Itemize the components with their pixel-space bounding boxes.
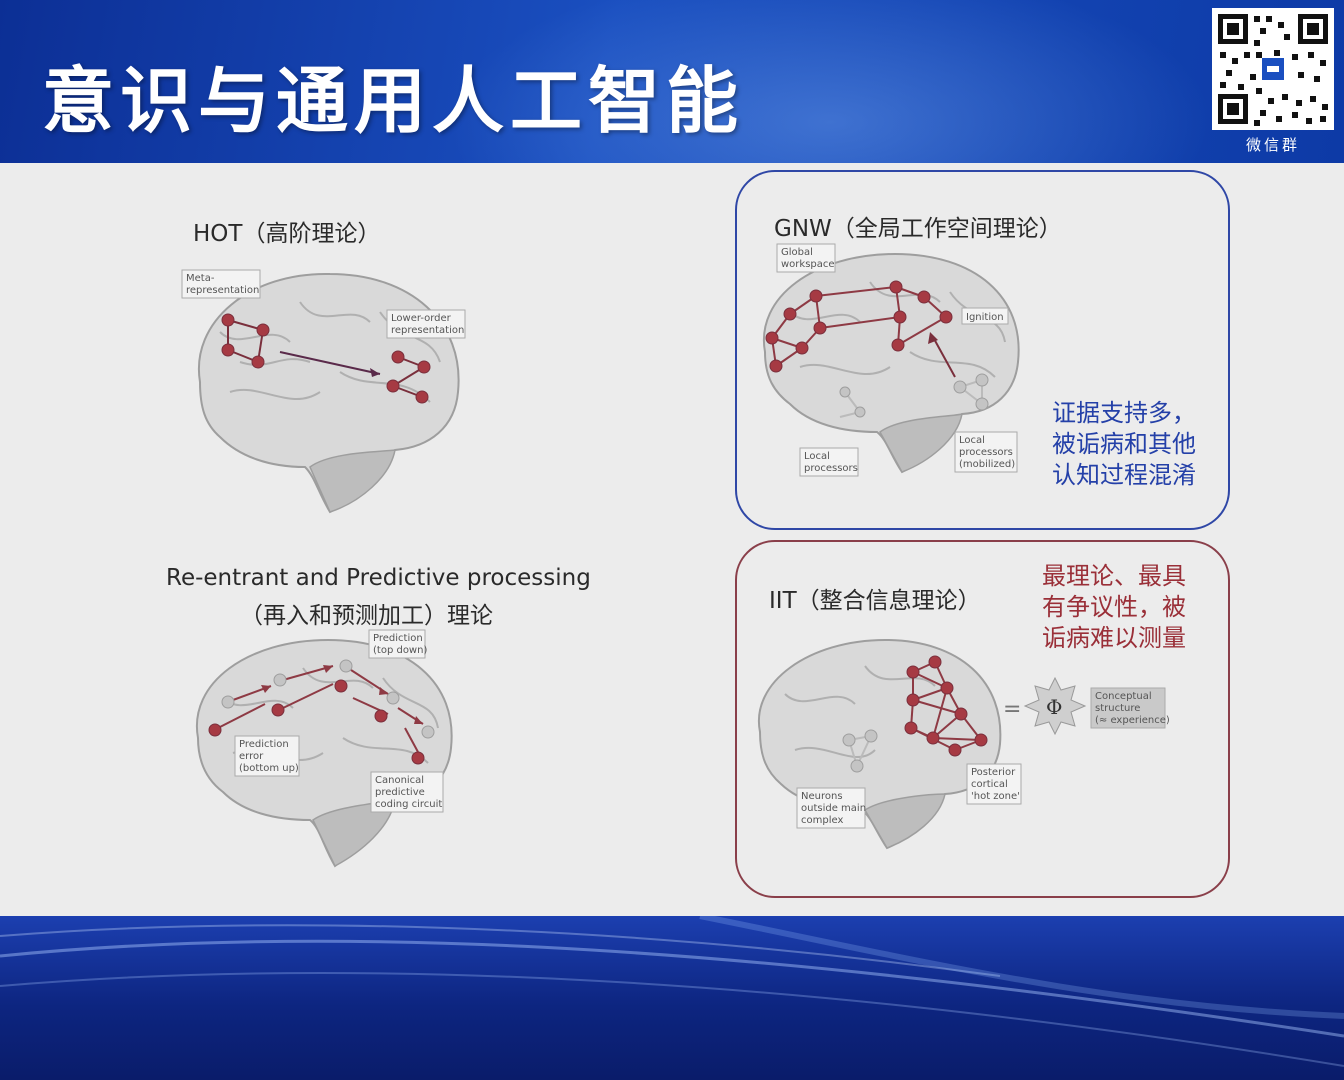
rpp-label-can-1: Canonical xyxy=(375,775,424,786)
iit-label-post-1: Posterior xyxy=(971,767,1016,778)
slide-title: 意识与通用人工智能 xyxy=(42,59,745,143)
iit-note-line: 有争议性，被 xyxy=(1042,593,1186,621)
rpp-label-err-1: Prediction xyxy=(239,739,289,750)
gnw-label-ignition: Ignition xyxy=(966,312,1004,323)
gnw-label-global-2: workspace xyxy=(781,259,835,270)
iit-label-neur-3: complex xyxy=(801,815,843,826)
svg-text:=: = xyxy=(1003,697,1021,722)
iit-label-post-2: cortical xyxy=(971,779,1008,790)
footer-streaks xyxy=(0,916,1344,1067)
qr-code-icon xyxy=(1212,8,1334,130)
qr-code xyxy=(1212,8,1334,130)
iit-label-concept-1: Conceptual xyxy=(1095,691,1152,702)
rpp-label-can-2: predictive xyxy=(375,787,425,798)
slide-footer xyxy=(0,916,1344,1080)
rpp-label-pred-2: (top down) xyxy=(373,645,427,656)
hot-label-meta-1: Meta- xyxy=(186,273,215,284)
rpp-label-err-2: error xyxy=(239,751,264,762)
rpp-brain-diagram: Prediction (top down) Prediction error (… xyxy=(195,629,453,868)
hot-label-lower-2: representation xyxy=(391,325,464,336)
gnw-note: 证据支持多， 被诟病和其他 认知过程混淆 xyxy=(1052,398,1196,491)
rpp-label-err-3: (bottom up) xyxy=(239,763,299,774)
rpp-title-line2: （再入和预测加工）理论 xyxy=(240,603,493,629)
gnw-label-local-1: Local xyxy=(804,451,830,462)
rpp-label-pred-1: Prediction xyxy=(373,633,423,644)
iit-note-line: 最理论、最具 xyxy=(1042,562,1186,590)
gnw-label-local-2: processors xyxy=(804,463,858,474)
gnw-note-line: 认知过程混淆 xyxy=(1052,461,1196,489)
hot-title: HOT（高阶理论） xyxy=(193,221,381,247)
hot-label-lower-1: Lower-order xyxy=(391,313,452,324)
phi-symbol: Φ xyxy=(1046,695,1062,719)
gnw-note-line: 被诟病和其他 xyxy=(1052,430,1196,458)
rpp-title-line1: Re-entrant and Predictive processing xyxy=(166,565,591,591)
gnw-brain-diagram: Global workspace Ignition Local processo… xyxy=(762,243,1020,477)
iit-label-post-3: 'hot zone' xyxy=(971,791,1020,802)
iit-label-neur-1: Neurons xyxy=(801,791,843,802)
gnw-note-line: 证据支持多， xyxy=(1052,399,1196,427)
qr-caption: 微信群 xyxy=(1245,136,1300,154)
gnw-label-mob-1: Local xyxy=(959,435,985,446)
gnw-label-global-1: Global xyxy=(781,247,813,258)
iit-label-concept-2: structure xyxy=(1095,703,1140,714)
iit-label-concept-3: (≈ experience) xyxy=(1095,715,1170,726)
gnw-label-mob-3: (mobilized) xyxy=(959,459,1015,470)
iit-brain-diagram: = Φ Conceptual structure (≈ experience) … xyxy=(757,638,1170,850)
hot-label-meta-2: representation xyxy=(186,285,259,296)
gnw-title: GNW（全局工作空间理论） xyxy=(774,216,1062,242)
iit-title: IIT（整合信息理论） xyxy=(769,588,981,614)
iit-label-neur-2: outside main xyxy=(801,803,866,814)
gnw-label-mob-2: processors xyxy=(959,447,1013,458)
hot-brain-diagram: Meta- representation Lower-order represe… xyxy=(181,269,466,514)
rpp-label-can-3: coding circuit xyxy=(375,799,442,810)
